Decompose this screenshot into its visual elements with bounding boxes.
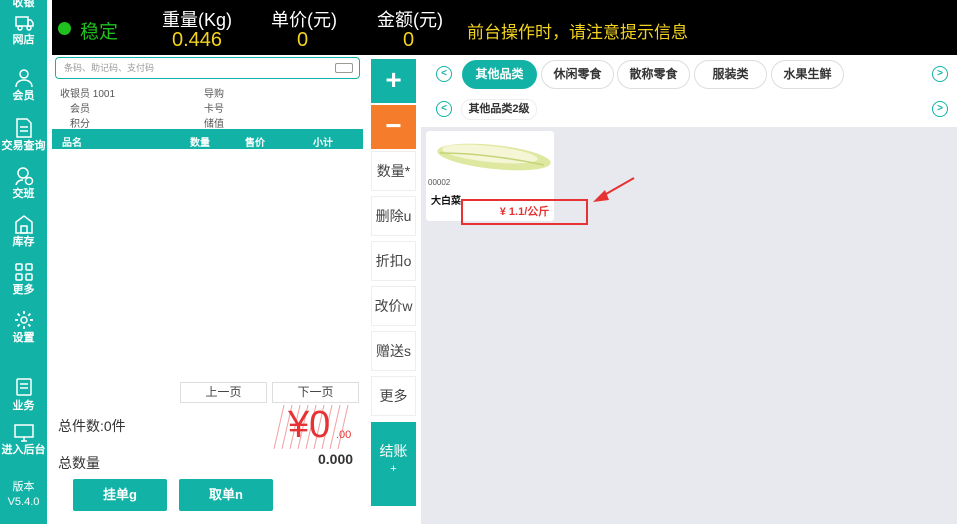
scale-status: 稳定	[80, 22, 119, 43]
sidebar-item-label: 交班	[12, 188, 35, 200]
next-page-button[interactable]: 下一页	[272, 382, 359, 403]
prev-page-button[interactable]: 上一页	[180, 382, 267, 403]
version-info: 版本 V5.4.0	[0, 481, 47, 508]
unit-price-value: 0	[297, 29, 309, 51]
status-dot-icon	[58, 22, 71, 35]
search-input[interactable]: 条码、助记码、支付码	[55, 57, 360, 79]
subcategory-tab[interactable]: 其他品类2级	[461, 99, 537, 120]
sidebar-item-settings[interactable]: 设置	[0, 310, 47, 344]
category-next-icon[interactable]: >	[932, 66, 948, 82]
sidebar-item-more[interactable]: 更多	[0, 262, 47, 296]
shift-icon	[14, 167, 33, 186]
member-icon	[14, 69, 33, 88]
product-code: 00002	[428, 178, 451, 187]
member-label: 会员	[70, 104, 90, 115]
subcategory-next-icon[interactable]: >	[932, 101, 948, 117]
product-name: 大白菜	[431, 196, 461, 207]
gear-icon	[14, 311, 33, 329]
gift-button[interactable]: 赠送s	[371, 331, 416, 371]
guide-label: 导购	[204, 89, 224, 100]
warehouse-icon	[14, 215, 33, 234]
total-amount-display: ¥0	[288, 404, 331, 446]
change-price-button[interactable]: 改价w	[371, 286, 416, 326]
checkout-label: 结账	[379, 443, 408, 459]
total-items: 总件数:0件	[58, 418, 126, 434]
category-tab[interactable]: 其他品类	[462, 60, 537, 89]
sidebar-item-cashier[interactable]: 收银	[0, 0, 47, 9]
category-bar: < 其他品类 休闲零食 散称零食 服装类 水果生鲜 > < 其他品类2级 >	[421, 55, 957, 127]
stored-value-label: 储值	[204, 119, 224, 130]
shop-icon	[14, 16, 34, 31]
checkout-button[interactable]: 结账 +	[371, 422, 416, 506]
sidebar-item-label: 业务	[12, 400, 35, 412]
plus-button[interactable]: +	[371, 59, 416, 103]
points-label: 积分	[70, 119, 90, 130]
sidebar-item-label: 收银	[12, 0, 35, 9]
scale-display-bar: 稳定 重量(Kg) 0.446 单价(元) 0 金额(元) 0 前台操作时，请注…	[52, 0, 957, 55]
version-label: 版本	[12, 481, 35, 493]
column-header: 品名	[62, 138, 82, 149]
monitor-icon	[13, 424, 34, 442]
action-column: + − 数量* 删除u 折扣o 改价w 赠送s 更多 结账 +	[363, 55, 421, 524]
category-tab[interactable]: 服装类	[694, 60, 767, 89]
order-panel: 条码、助记码、支付码 收银员 1001 导购 会员 卡号 积分 储值 品名 数量…	[52, 55, 363, 524]
sidebar-item-inventory[interactable]: 库存	[0, 214, 47, 248]
discount-button[interactable]: 折扣o	[371, 241, 416, 281]
sidebar-item-admin[interactable]: 进入后台	[0, 424, 47, 456]
sidebar-item-label: 更多	[12, 284, 35, 296]
cashier-info: 收银员 1001	[60, 89, 116, 100]
sidebar-item-label: 库存	[12, 236, 35, 248]
keyboard-icon[interactable]	[335, 63, 353, 73]
subcategory-prev-icon[interactable]: <	[436, 101, 452, 117]
more-button[interactable]: 更多	[371, 376, 416, 416]
sidebar-item-shop[interactable]: 网店	[0, 14, 47, 46]
category-tab[interactable]: 水果生鲜	[771, 60, 844, 89]
annotation-arrow	[593, 177, 635, 202]
checkout-shortcut: +	[390, 463, 397, 475]
delete-button[interactable]: 删除u	[371, 196, 416, 236]
sidebar-item-shift[interactable]: 交班	[0, 166, 47, 200]
hold-order-button[interactable]: 挂单g	[73, 479, 167, 511]
sidebar-item-label: 会员	[12, 90, 35, 102]
order-table-header: 品名 数量 售价 小计	[52, 129, 363, 149]
grid-icon	[14, 263, 33, 281]
version-number: V5.4.0	[7, 496, 40, 508]
sidebar-item-label: 进入后台	[1, 444, 46, 456]
minus-button[interactable]: −	[371, 105, 416, 149]
sidebar: 收银 网店 会员 交易查询 交班 库存 更多 设置 业务 进入后台 版本 V5.…	[0, 0, 47, 524]
sidebar-item-business[interactable]: 业务	[0, 378, 47, 412]
weight-value: 0.446	[172, 29, 223, 51]
document-icon	[15, 118, 32, 138]
category-tab[interactable]: 休闲零食	[541, 60, 614, 89]
sidebar-item-member[interactable]: 会员	[0, 68, 47, 102]
total-amount-decimal: .00	[336, 429, 352, 441]
sidebar-item-label: 网店	[12, 34, 35, 46]
column-header: 小计	[313, 138, 333, 149]
category-prev-icon[interactable]: <	[436, 66, 452, 82]
notice-text: 前台操作时，请注意提示信息	[467, 23, 688, 42]
total-qty-value: 0.000	[318, 451, 354, 467]
column-header: 售价	[245, 138, 265, 149]
sidebar-item-label: 交易查询	[1, 140, 46, 152]
total-qty-label: 总数量	[58, 455, 100, 471]
business-icon	[15, 378, 32, 396]
sidebar-item-transactions[interactable]: 交易查询	[0, 118, 47, 152]
product-price-highlight: ¥ 1.1/公斤	[461, 199, 588, 225]
column-header: 数量	[190, 138, 210, 149]
product-panel: < 其他品类 休闲零食 散称零食 服装类 水果生鲜 > < 其他品类2级 > 0…	[421, 55, 957, 524]
search-placeholder: 条码、助记码、支付码	[64, 63, 155, 73]
category-tab[interactable]: 散称零食	[617, 60, 690, 89]
amount-value: 0	[403, 29, 415, 51]
card-label: 卡号	[204, 104, 224, 115]
retrieve-order-button[interactable]: 取单n	[179, 479, 273, 511]
quantity-button[interactable]: 数量*	[371, 151, 416, 191]
sidebar-item-label: 设置	[12, 332, 35, 344]
product-image	[437, 143, 551, 171]
